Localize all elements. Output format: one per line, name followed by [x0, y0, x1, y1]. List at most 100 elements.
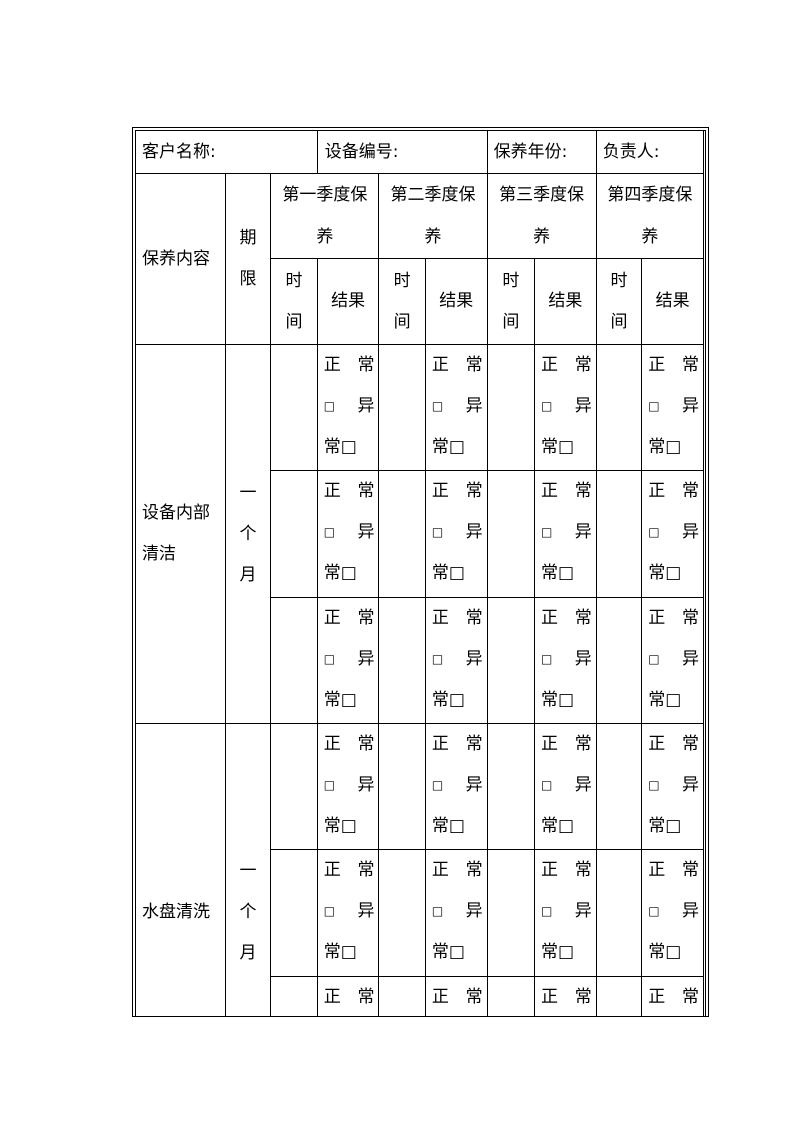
- time-cell[interactable]: [378, 344, 426, 471]
- abnormal-checkbox-label[interactable]: 常□: [648, 427, 681, 468]
- time-cell[interactable]: [270, 344, 318, 471]
- result-cell: 正常□异常□: [316, 723, 380, 850]
- period-header-char: 限: [239, 269, 257, 289]
- time-cell[interactable]: [595, 976, 643, 1016]
- normal-checkbox[interactable]: □: [541, 512, 552, 553]
- abnormal-checkbox-label[interactable]: 常□: [432, 932, 465, 973]
- time-cell[interactable]: [595, 344, 643, 471]
- abnormal-checkbox-label[interactable]: 常□: [648, 806, 681, 847]
- abnormal-checkbox-label[interactable]: 常□: [324, 680, 357, 721]
- result-text: 常: [357, 860, 375, 880]
- normal-checkbox[interactable]: □: [324, 765, 335, 806]
- normal-checkbox[interactable]: □: [541, 765, 552, 806]
- abnormal-checkbox-label[interactable]: 常□: [432, 427, 465, 468]
- normal-checkbox[interactable]: □: [432, 639, 443, 680]
- result-cell: 正常□异常□: [424, 849, 488, 977]
- abnormal-checkbox-label[interactable]: 常□: [324, 806, 357, 847]
- normal-checkbox[interactable]: □: [541, 639, 552, 680]
- time-cell[interactable]: [378, 976, 426, 1016]
- quarter-header-row: 保养内容 期 限 第一季度保养 第二季度保养 第三季度保养 第四季度保养: [136, 173, 705, 345]
- normal-checkbox[interactable]: □: [648, 386, 659, 427]
- abnormal-checkbox-label[interactable]: 常□: [324, 932, 357, 973]
- time-cell[interactable]: [486, 344, 536, 471]
- abnormal-checkbox-label[interactable]: 常□: [432, 680, 465, 721]
- normal-checkbox[interactable]: □: [324, 512, 335, 553]
- normal-checkbox[interactable]: □: [541, 386, 552, 427]
- result-text: 常: [682, 481, 699, 501]
- result-text: 正: [541, 987, 559, 1007]
- time-cell[interactable]: [486, 976, 536, 1016]
- result-text: 常: [465, 355, 483, 375]
- time-cell[interactable]: [595, 597, 643, 724]
- time-header-char: 时: [502, 270, 520, 291]
- time-header-char: 间: [285, 311, 303, 332]
- abnormal-checkbox-label[interactable]: 常□: [324, 553, 357, 594]
- result-text: 常: [682, 734, 699, 754]
- result-text: 异: [682, 775, 699, 795]
- result-text: 异: [465, 396, 483, 416]
- normal-checkbox[interactable]: □: [432, 765, 443, 806]
- time-cell[interactable]: [486, 849, 536, 977]
- normal-checkbox[interactable]: □: [324, 891, 335, 932]
- time-cell[interactable]: [378, 597, 426, 724]
- time-cell[interactable]: [378, 723, 426, 850]
- abnormal-checkbox-label[interactable]: 常□: [648, 932, 681, 973]
- result-cell: 正常□异常□: [534, 849, 597, 977]
- time-cell[interactable]: [270, 470, 318, 598]
- normal-checkbox[interactable]: □: [541, 891, 552, 932]
- normal-checkbox[interactable]: □: [648, 512, 659, 553]
- time-cell[interactable]: [486, 470, 536, 598]
- result-text: 正: [541, 608, 559, 628]
- time-cell[interactable]: [270, 849, 318, 977]
- result-cell: 正常□异常□: [641, 597, 704, 724]
- time-header: 时间: [378, 258, 426, 345]
- time-header-char: 时: [610, 270, 628, 291]
- normal-checkbox[interactable]: □: [432, 891, 443, 932]
- result-text: 异: [682, 649, 699, 669]
- result-text: 正: [541, 355, 559, 375]
- abnormal-checkbox-label[interactable]: 常□: [541, 806, 574, 847]
- quarter-header-line: 养: [424, 227, 442, 247]
- maintenance-year-field[interactable]: 保养年份:: [486, 131, 597, 174]
- normal-checkbox[interactable]: □: [648, 765, 659, 806]
- header-info-row: 客户名称: 设备编号: 保养年份: 负责人:: [136, 131, 705, 174]
- time-cell[interactable]: [595, 849, 643, 977]
- time-cell[interactable]: [486, 597, 536, 724]
- result-cell: 正常□异常□: [641, 470, 704, 598]
- time-cell[interactable]: [595, 723, 643, 850]
- normal-checkbox[interactable]: □: [432, 512, 443, 553]
- responsible-person-field[interactable]: 负责人:: [595, 131, 705, 174]
- abnormal-checkbox-label[interactable]: 常□: [324, 427, 357, 468]
- form-inner-border: 客户名称: 设备编号: 保养年份: 负责人: 保养内容 期 限 第一季度保养 第…: [135, 130, 706, 1016]
- normal-checkbox[interactable]: □: [432, 386, 443, 427]
- result-cell: 正常□异常□: [641, 344, 704, 471]
- abnormal-checkbox-label[interactable]: 常□: [648, 680, 681, 721]
- result-cell: 正常□异常□: [316, 597, 380, 724]
- result-cell: 正常□异常□: [424, 597, 488, 724]
- table-row: 水盘清洗一个月正常 □ 异常□ 正常 □ 异常□ 正常 □ 异常□ 正常 □ 异常□: [136, 723, 704, 1016]
- responsible-person-label: 负责人:: [602, 141, 660, 162]
- normal-checkbox[interactable]: □: [324, 386, 335, 427]
- abnormal-checkbox-label[interactable]: 常□: [541, 553, 574, 594]
- equipment-no-field[interactable]: 设备编号:: [316, 131, 488, 174]
- time-cell[interactable]: [270, 723, 318, 850]
- time-cell[interactable]: [270, 597, 318, 724]
- normal-checkbox[interactable]: □: [648, 639, 659, 680]
- abnormal-checkbox-label[interactable]: 常□: [541, 680, 574, 721]
- abnormal-checkbox-label[interactable]: 常□: [648, 553, 681, 594]
- result-text: 常: [574, 481, 592, 501]
- customer-name-field[interactable]: 客户名称:: [136, 131, 318, 174]
- quarter-header-line: 第三季度保: [499, 185, 585, 205]
- abnormal-checkbox-label[interactable]: 常□: [432, 806, 465, 847]
- time-cell[interactable]: [595, 470, 643, 598]
- time-cell[interactable]: [378, 849, 426, 977]
- time-cell[interactable]: [378, 470, 426, 598]
- time-cell[interactable]: [270, 976, 318, 1016]
- abnormal-checkbox-label[interactable]: 常□: [541, 932, 574, 973]
- normal-checkbox[interactable]: □: [648, 891, 659, 932]
- result-cell: 正常□异常□: [534, 344, 597, 471]
- time-cell[interactable]: [486, 723, 536, 850]
- abnormal-checkbox-label[interactable]: 常□: [432, 553, 465, 594]
- abnormal-checkbox-label[interactable]: 常□: [541, 427, 574, 468]
- normal-checkbox[interactable]: □: [324, 639, 335, 680]
